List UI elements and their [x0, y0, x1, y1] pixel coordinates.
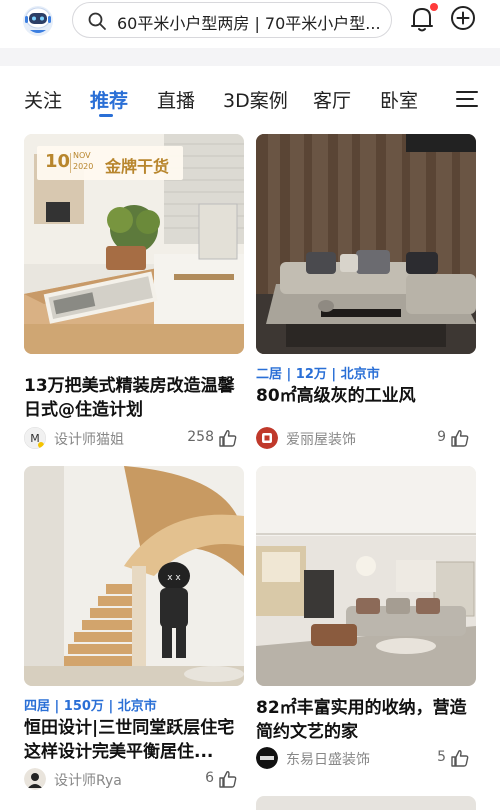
notification-dot [430, 3, 438, 11]
card-photo [256, 134, 476, 354]
card-image [256, 134, 476, 354]
menu-icon[interactable] [456, 90, 478, 108]
like-count: 6 [205, 770, 214, 786]
top-bar: 60平米小户型两房 | 70平米小户型... [0, 0, 500, 48]
card-author[interactable]: 东易日盛装饰 5 [256, 747, 476, 771]
add-icon[interactable] [450, 5, 476, 31]
search-query-text: 60平米小户型两房 | 70平米小户型... [117, 14, 381, 33]
feed-card[interactable]: 82㎡丰富实用的收纳，营造简约文艺的家 东易日盛装饰 5 [256, 466, 476, 796]
badge-month-year: NOV 2020 [73, 150, 93, 172]
category-tabs: 关注 推荐 直播 3D案例 客厅 卧室 [0, 66, 500, 122]
card-title: 恒田设计|三世同堂跃层住宅 这样设计完美平衡居住... [24, 718, 235, 762]
header-gap [0, 48, 500, 66]
feed: 10 NOV 2020 金牌干货 13万把美式精装房改造温馨日式@住造计划 M … [0, 122, 500, 810]
card-title: 13万把美式精装房改造温馨日式@住造计划 [24, 376, 235, 420]
card-author[interactable]: 设计师Rya 6 [24, 768, 244, 792]
badge-day: 10 [45, 151, 71, 172]
thumbs-up-icon[interactable] [218, 769, 238, 789]
like-count: 9 [437, 429, 446, 445]
card-tagline: 二居 | 12万 | 北京市 [256, 367, 380, 382]
card-title: 80㎡高级灰的工业风 [256, 386, 416, 406]
card-image: 10 NOV 2020 金牌干货 [24, 134, 244, 354]
tab-living-room[interactable]: 客厅 [313, 86, 351, 113]
feed-card[interactable]: 10 NOV 2020 金牌干货 13万把美式精装房改造温馨日式@住造计划 M … [24, 134, 244, 449]
like-count: 5 [437, 749, 446, 765]
tab-recommended[interactable]: 推荐 [90, 86, 128, 113]
author-avatar [256, 747, 278, 769]
search-bar[interactable]: 60平米小户型两房 | 70平米小户型... [72, 2, 392, 38]
card-author[interactable]: 爱丽屋装饰 9 [256, 427, 476, 451]
card-title: 82㎡丰富实用的收纳，营造简约文艺的家 [256, 698, 467, 742]
gold-article-badge: 10 NOV 2020 金牌干货 [37, 146, 183, 180]
tab-3d-cases[interactable]: 3D案例 [223, 86, 288, 113]
feed-card[interactable]: x x 四居 | 150万 | 北京市 恒田设计|三世同堂跃层住宅 这样设计完美… [24, 466, 244, 796]
card-image: x x [24, 466, 244, 686]
thumbs-up-icon[interactable] [450, 748, 470, 768]
author-name: 东易日盛装饰 [286, 752, 370, 768]
author-avatar: M [24, 427, 46, 449]
thumbs-up-icon[interactable] [450, 428, 470, 448]
author-avatar [24, 768, 46, 790]
author-avatar [256, 427, 278, 449]
badge-text: 金牌干货 [105, 157, 170, 176]
next-card-peek [256, 796, 476, 810]
like-count: 258 [187, 429, 214, 445]
card-tagline: 四居 | 150万 | 北京市 [24, 699, 157, 714]
card-photo [256, 466, 476, 686]
badge-year: 2020 [73, 162, 94, 171]
tab-live[interactable]: 直播 [157, 86, 195, 113]
card-photo: x x [24, 466, 244, 686]
badge-month: NOV [73, 151, 91, 160]
tab-following[interactable]: 关注 [24, 86, 62, 113]
author-name: 设计师猫姐 [54, 432, 124, 448]
thumbs-up-icon[interactable] [218, 428, 238, 448]
author-name: 爱丽屋装饰 [286, 432, 356, 448]
tab-bedroom[interactable]: 卧室 [380, 86, 418, 113]
active-tab-indicator [99, 114, 113, 117]
robot-avatar-icon[interactable] [20, 2, 56, 38]
svg-text:M: M [30, 432, 40, 445]
svg-text:x x: x x [167, 573, 181, 583]
search-icon [88, 12, 106, 30]
card-image [256, 466, 476, 686]
author-name: 设计师Rya [54, 773, 122, 789]
card-author[interactable]: M 设计师猫姐 258 [24, 427, 244, 451]
feed-card[interactable]: 二居 | 12万 | 北京市 80㎡高级灰的工业风 爱丽屋装饰 9 [256, 134, 476, 449]
badge-divider [70, 153, 71, 173]
